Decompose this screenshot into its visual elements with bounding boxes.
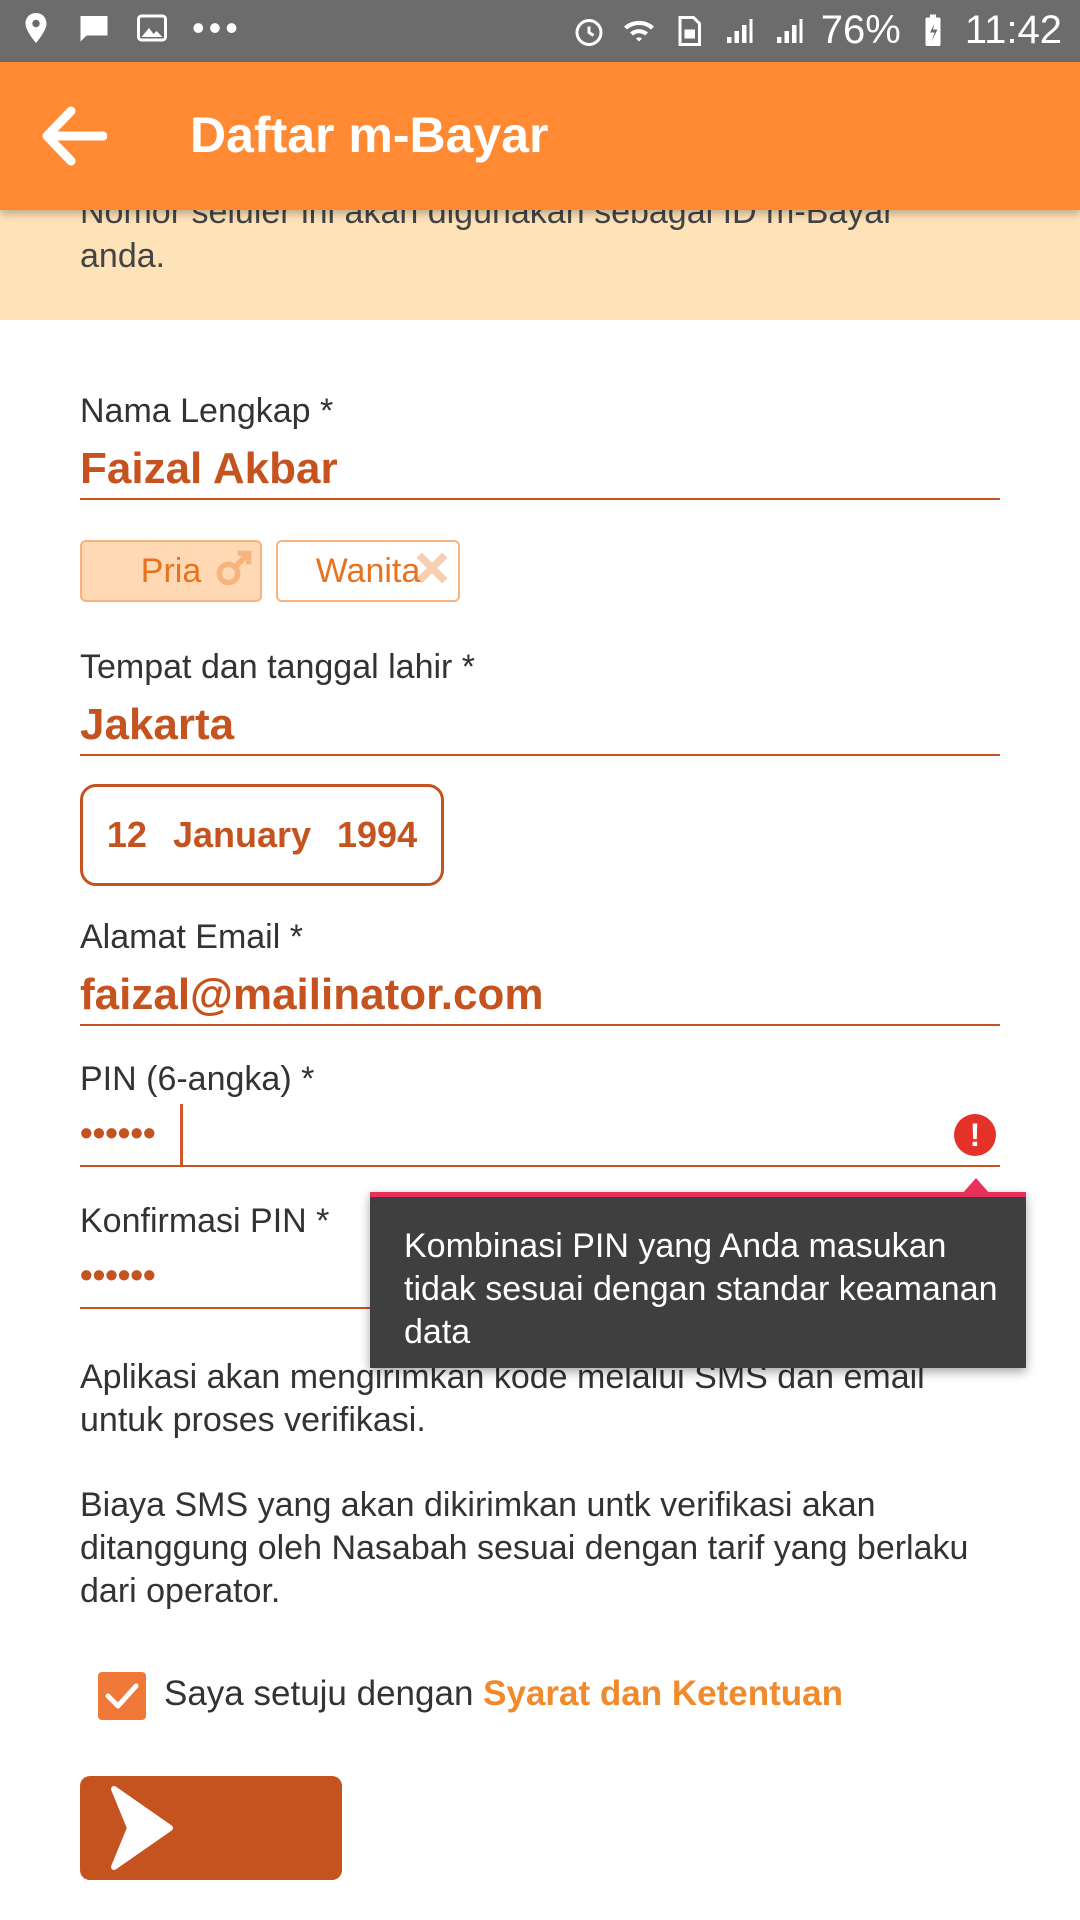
pin-field[interactable]: ••••••	[80, 1112, 156, 1154]
email-underline	[80, 1024, 1000, 1026]
app-bar: Daftar m-Bayar	[0, 62, 1080, 210]
message-icon	[80, 16, 108, 42]
battery-percent: 76%	[820, 8, 901, 52]
text-cursor	[180, 1104, 183, 1166]
battery-icon	[925, 14, 941, 46]
full-name-field[interactable]: Faizal Akbar	[80, 444, 338, 494]
page-title: Daftar m-Bayar	[190, 107, 549, 163]
birth-place-underline	[80, 754, 1000, 756]
image-icon	[137, 14, 167, 42]
sms-notice: Aplikasi akan mengirimkan kode melalui S…	[80, 1358, 925, 1439]
sim-icon	[678, 15, 701, 46]
pin-confirm-label: Konfirmasi PIN *	[80, 1202, 330, 1240]
signal-icon	[726, 18, 753, 43]
pin-confirm-field[interactable]: ••••••	[80, 1254, 156, 1296]
full-name-underline	[80, 498, 1000, 500]
more-icon: •••	[192, 7, 242, 48]
birth-month: January	[172, 814, 312, 855]
female-icon	[416, 552, 448, 584]
tooltip-arrow	[962, 1178, 990, 1194]
birth-day: 12	[106, 814, 147, 855]
email-field[interactable]: faizal@mailinator.com	[80, 970, 543, 1020]
back-arrow-icon	[42, 106, 107, 166]
pin-underline	[80, 1165, 1000, 1167]
agree-label: Saya setuju dengan Syarat dan Ketentuan	[164, 1674, 843, 1714]
alarm-icon	[575, 18, 603, 46]
birth-date-picker[interactable]: 12 January 1994	[80, 784, 444, 886]
gender-option-female[interactable]: Wanita	[276, 540, 460, 602]
cost-notice: Biaya SMS yang akan dikirimkan untk veri…	[80, 1486, 969, 1610]
agree-checkbox[interactable]	[98, 1672, 146, 1720]
terms-link[interactable]: Syarat dan Ketentuan	[483, 1674, 843, 1713]
clock: 11:42	[964, 8, 1062, 52]
pin-label: PIN (6-angka) *	[80, 1060, 315, 1098]
gender-label-male: Pria	[140, 551, 202, 590]
tooltip-text: Kombinasi PIN yang Anda masukan tidak se…	[404, 1227, 998, 1351]
next-button[interactable]	[80, 1776, 342, 1880]
male-icon	[216, 550, 252, 586]
check-icon	[105, 1683, 139, 1709]
back-button[interactable]	[36, 98, 112, 174]
next-arrow-icon	[111, 1786, 173, 1870]
birth-place-field[interactable]: Jakarta	[80, 700, 234, 750]
birth-label: Tempat dan tanggal lahir *	[80, 648, 476, 686]
location-icon	[25, 13, 47, 43]
status-bar: ••• 76% 11:42	[0, 0, 1080, 62]
birth-year: 1994	[337, 814, 418, 855]
error-icon[interactable]: !	[954, 1114, 996, 1156]
gender-label-female: Wanita	[315, 551, 421, 590]
full-name-label: Nama Lengkap *	[80, 392, 334, 430]
wifi-icon	[623, 20, 654, 41]
email-label: Alamat Email *	[80, 918, 303, 956]
signal-icon	[776, 18, 803, 43]
gender-option-male[interactable]: Pria	[80, 540, 262, 602]
agree-text: Saya setuju dengan	[164, 1674, 484, 1713]
error-tooltip: Kombinasi PIN yang Anda masukan tidak se…	[370, 1192, 1026, 1368]
